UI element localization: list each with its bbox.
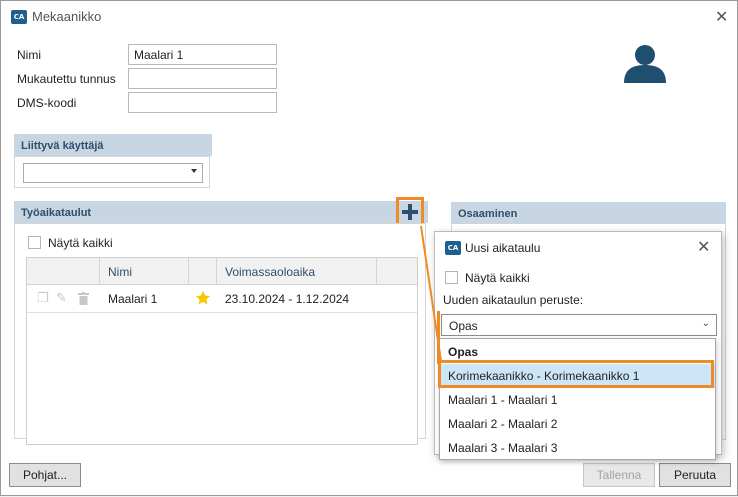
row-validity: 23.10.2024 - 1.12.2024	[225, 292, 350, 306]
linked-user-select[interactable]	[23, 163, 203, 183]
app-logo-icon: CA	[11, 10, 27, 24]
popup-close-icon[interactable]: ✕	[697, 239, 710, 255]
edit-icon[interactable]: ✎	[56, 291, 67, 306]
show-all-checkbox[interactable]	[28, 236, 41, 249]
basis-label: Uuden aikataulun peruste:	[443, 293, 584, 307]
grid-column-validity-label: Voimassaoloaika	[225, 265, 316, 279]
templates-button[interactable]: Pohjat...	[9, 463, 81, 487]
dropdown-caret-icon	[191, 169, 197, 173]
grid-column-name[interactable]: Nimi	[100, 258, 189, 285]
close-icon[interactable]: ✕	[715, 9, 728, 25]
custom-id-label: Mukautettu tunnus	[17, 72, 116, 86]
row-name: Maalari 1	[108, 292, 158, 306]
grid-column-name-label: Nimi	[108, 265, 132, 279]
grid-actions-column	[27, 258, 100, 285]
dms-code-field[interactable]	[128, 92, 277, 113]
grid-star-column	[189, 258, 217, 285]
basis-options-list: Opas Korimekaanikko - Korimekaanikko 1 M…	[439, 338, 716, 460]
table-row[interactable]: ❐ ✎ Maalari 1 23.10.2024 - 1.12.2024	[27, 285, 417, 313]
schedules-grid: Nimi Voimassaoloaika ❐ ✎ Maalari 1 23.10…	[26, 257, 418, 445]
popup-title: Uusi aikataulu	[465, 241, 541, 255]
grid-column-validity[interactable]: Voimassaoloaika	[217, 258, 377, 285]
name-field[interactable]	[128, 44, 277, 65]
cancel-button[interactable]: Peruuta	[659, 463, 731, 487]
copy-icon[interactable]: ❐	[37, 291, 49, 306]
add-icon[interactable]	[401, 203, 419, 221]
option-maalari-2[interactable]: Maalari 2 - Maalari 2	[441, 412, 715, 436]
option-korimekaanikko[interactable]: Korimekaanikko - Korimekaanikko 1	[441, 364, 715, 388]
option-group-guide[interactable]: Opas	[441, 340, 715, 364]
title-bar: CA Mekaanikko ✕	[1, 1, 737, 32]
option-maalari-3[interactable]: Maalari 3 - Maalari 3	[441, 436, 715, 460]
linked-user-panel	[14, 156, 210, 188]
chevron-down-icon: ⌄	[701, 318, 710, 329]
popup-show-all-checkbox[interactable]	[445, 271, 458, 284]
basis-selected-value: Opas	[449, 319, 478, 333]
option-maalari-1[interactable]: Maalari 1 - Maalari 1	[441, 388, 715, 412]
window-title: Mekaanikko	[32, 9, 102, 24]
schedules-header: Työaikataulut	[14, 201, 428, 223]
dms-code-label: DMS-koodi	[17, 96, 77, 110]
popup-show-all-label: Näytä kaikki	[465, 271, 530, 285]
user-avatar-icon[interactable]	[622, 44, 668, 84]
name-label: Nimi	[17, 48, 41, 62]
basis-select[interactable]: Opas ⌄	[441, 314, 717, 336]
mechanic-dialog: CA Mekaanikko ✕ Nimi Mukautettu tunnus D…	[0, 0, 738, 496]
delete-icon[interactable]	[78, 292, 89, 305]
star-icon[interactable]	[195, 290, 211, 306]
custom-id-field[interactable]	[128, 68, 277, 89]
linked-user-header: Liittyvä käyttäjä	[14, 134, 212, 156]
grid-header: Nimi Voimassaoloaika	[27, 258, 417, 285]
save-button[interactable]: Tallenna	[583, 463, 655, 487]
skills-header: Osaaminen	[451, 202, 726, 224]
popup-app-logo-icon: CA	[445, 241, 461, 255]
schedules-panel: Näytä kaikki Nimi Voimassaoloaika ❐ ✎ Ma…	[14, 223, 426, 445]
show-all-label: Näytä kaikki	[48, 236, 113, 250]
